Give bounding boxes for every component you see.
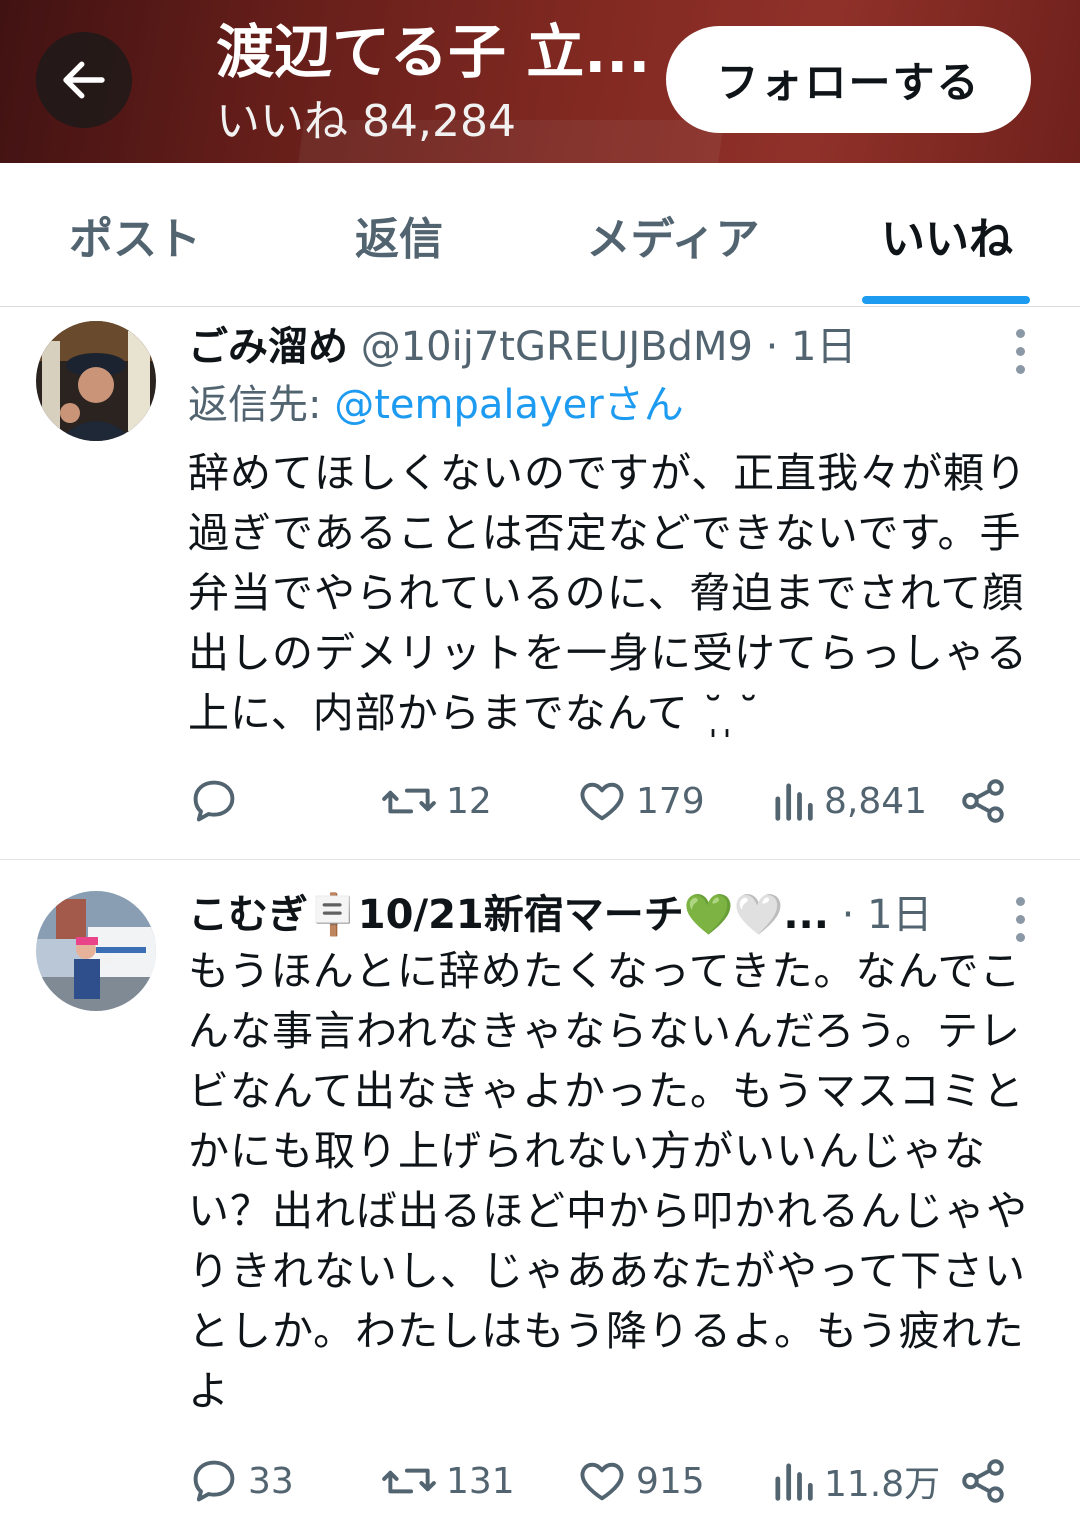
tab-media[interactable]: メディア (528, 163, 818, 306)
views-icon (775, 1463, 813, 1501)
author-name[interactable]: ごみ溜め (188, 324, 348, 370)
views-button[interactable]: 11.8万 (770, 1451, 940, 1511)
active-tab-indicator (862, 296, 1030, 304)
follow-button[interactable]: フォローする (666, 26, 1031, 133)
post-time[interactable]: · 1日 (829, 892, 933, 938)
heart-icon (580, 1462, 624, 1501)
reply-icon (193, 1460, 235, 1502)
reply-to-handle[interactable]: @tempalayerさん (334, 382, 684, 428)
reply-to-label: 返信先: (188, 382, 335, 428)
back-button[interactable] (36, 32, 132, 128)
views-button[interactable]: 8,841 (770, 771, 927, 831)
repost-button[interactable]: 131 (380, 1451, 515, 1511)
tab-replies[interactable]: 返信 (270, 163, 528, 306)
views-icon (775, 783, 813, 821)
post-text: もうほんとに辞めたくなってきた。なんでこんな事言われなきゃならないんだろう。テレ… (188, 947, 1028, 1415)
repost-count: 12 (446, 780, 492, 822)
tab-likes[interactable]: いいね (818, 163, 1076, 306)
repost-icon (382, 1468, 436, 1494)
like-count: 915 (636, 1460, 705, 1502)
avatar-image (36, 891, 156, 1011)
share-button[interactable] (958, 1451, 1008, 1511)
author-handle-time[interactable]: @10ij7tGREUJBdM9 · 1日 (348, 324, 857, 370)
author-name[interactable]: こむぎ🪧10/21新宿マーチ💚🤍... (188, 892, 829, 938)
avatar[interactable] (36, 891, 156, 1011)
tab-posts[interactable]: ポスト (0, 163, 270, 306)
avatar-image (36, 321, 156, 441)
like-button[interactable]: 179 (576, 771, 705, 831)
more-vertical-icon[interactable] (1012, 329, 1028, 374)
share-button[interactable] (958, 771, 1008, 831)
views-count: 8,841 (824, 780, 928, 822)
repost-button[interactable]: 12 (380, 771, 492, 831)
reply-icon (193, 780, 235, 822)
reply-button[interactable]: 33 (188, 1451, 294, 1511)
like-count: 179 (636, 780, 705, 822)
like-button[interactable]: 915 (576, 1451, 705, 1511)
heart-icon (580, 782, 624, 821)
post-text: 辞めてほしくないのですが、正直我々が頼り過ぎであることは否定などできないです。手… (188, 449, 1028, 737)
arrow-left-icon (63, 61, 105, 99)
post-header: こむぎ🪧10/21新宿マーチ💚🤍... · 1日 (188, 885, 933, 945)
profile-tabs: ポスト 返信 メディア いいね (0, 163, 1080, 307)
profile-header: 渡辺てる子 立... いいね 84,284 フォローする (0, 0, 1080, 163)
post-header: ごみ溜め @10ij7tGREUJBdM9 · 1日 (188, 317, 857, 377)
more-vertical-icon[interactable] (1012, 897, 1028, 942)
repost-count: 131 (446, 1460, 515, 1502)
profile-name: 渡辺てる子 立... (216, 18, 646, 86)
reply-button[interactable] (188, 771, 248, 831)
post[interactable]: ごみ溜め @10ij7tGREUJBdM9 · 1日 返信先: @tempala… (0, 307, 1080, 860)
share-icon (962, 1459, 1004, 1503)
views-count: 11.8万 (824, 1464, 941, 1505)
avatar[interactable] (36, 321, 156, 441)
likes-count: いいね 84,284 (216, 96, 516, 147)
reply-to-line: 返信先: @tempalayerさん (188, 375, 684, 435)
reply-count: 33 (248, 1460, 294, 1502)
share-icon (962, 779, 1004, 823)
repost-icon (382, 788, 436, 814)
post[interactable]: こむぎ🪧10/21新宿マーチ💚🤍... · 1日 もうほんとに辞めたくなってきた… (0, 861, 1080, 1526)
post-actions: 12 179 8,841 (188, 771, 1018, 831)
post-actions: 33 131 915 11.8万 (188, 1451, 1018, 1511)
